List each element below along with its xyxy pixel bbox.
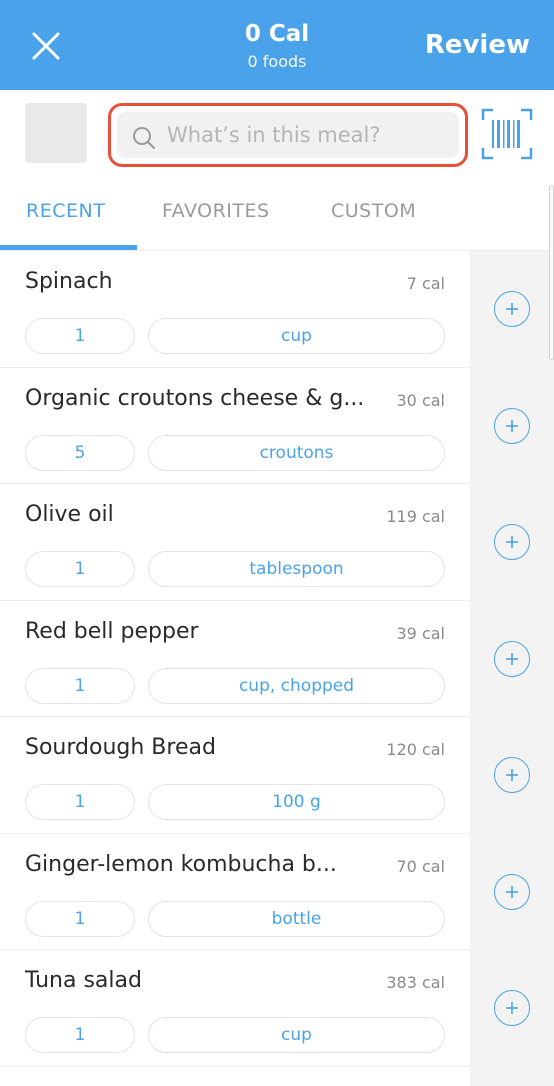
unit-selector[interactable]: cup xyxy=(148,318,445,354)
unit-selector[interactable]: cup, chopped xyxy=(148,667,445,704)
add-food-button[interactable] xyxy=(494,407,530,444)
meal-photo-placeholder[interactable] xyxy=(25,103,87,163)
food-name[interactable]: Spinach xyxy=(25,269,375,294)
tab-recent[interactable]: RECENT xyxy=(26,200,105,222)
food-calories: 70 cal xyxy=(396,856,446,876)
plus-circle-icon xyxy=(506,303,518,315)
food-name[interactable]: Tuna salad xyxy=(25,968,375,993)
unit-selector[interactable]: cup xyxy=(148,1017,445,1053)
food-name[interactable]: Ginger-lemon kombucha b... xyxy=(25,852,375,877)
unit-selector[interactable]: bottle xyxy=(148,900,445,937)
food-name[interactable]: Red bell pepper xyxy=(25,619,375,644)
search-icon xyxy=(133,127,156,150)
list-item: Olive oil 119 cal 1 tablespoon xyxy=(0,484,554,601)
add-food-button[interactable] xyxy=(494,640,530,677)
list-item: Ginger-lemon kombucha b... 70 cal 1 bott… xyxy=(0,834,554,950)
barcode-scan-icon xyxy=(481,108,533,160)
unit-selector[interactable]: 100 g xyxy=(148,784,445,820)
add-food-button[interactable] xyxy=(494,873,530,910)
tab-bar: RECENT FAVORITES CUSTOM xyxy=(0,180,554,250)
foods-count: 0 foods xyxy=(247,52,307,71)
food-calories: 39 cal xyxy=(396,623,446,643)
close-button[interactable] xyxy=(26,26,66,66)
divider xyxy=(0,1065,470,1067)
review-button[interactable]: Review xyxy=(425,30,530,60)
search-input[interactable] xyxy=(167,112,451,158)
list-item: Tuna salad 383 cal 1 cup xyxy=(0,950,554,1067)
list-item: Red bell pepper 39 cal 1 cup, chopped xyxy=(0,601,554,717)
quantity-selector[interactable]: 1 xyxy=(25,318,135,354)
header-bar: 0 Cal 0 foods Review xyxy=(0,0,554,90)
quantity-selector[interactable]: 1 xyxy=(25,551,135,587)
food-name[interactable]: Olive oil xyxy=(25,502,375,527)
food-name[interactable]: Organic croutons cheese & g... xyxy=(25,386,375,411)
add-food-button[interactable] xyxy=(494,524,530,560)
plus-circle-icon xyxy=(506,652,518,665)
food-calories: 7 cal xyxy=(406,274,445,293)
quantity-selector[interactable]: 1 xyxy=(25,1017,135,1053)
unit-selector[interactable]: croutons xyxy=(148,434,445,471)
search-bar[interactable] xyxy=(117,112,459,158)
food-calories: 383 cal xyxy=(386,973,445,992)
search-highlight xyxy=(108,103,468,167)
food-calories: 30 cal xyxy=(396,390,446,410)
food-calories: 119 cal xyxy=(386,507,445,526)
list-item: Sourdough Bread 120 cal 1 100 g xyxy=(0,717,554,834)
tab-favorites[interactable]: FAVORITES xyxy=(162,200,270,222)
quantity-selector[interactable]: 1 xyxy=(25,784,135,820)
barcode-scan-button[interactable] xyxy=(481,108,533,160)
food-calories: 120 cal xyxy=(386,740,445,759)
add-food-button[interactable] xyxy=(494,990,530,1026)
unit-selector[interactable]: tablespoon xyxy=(148,551,445,587)
close-icon xyxy=(32,32,60,60)
add-food-button[interactable] xyxy=(494,757,530,793)
plus-circle-icon xyxy=(506,419,518,432)
food-name[interactable]: Sourdough Bread xyxy=(25,735,375,760)
quantity-selector[interactable]: 1 xyxy=(25,667,135,704)
tab-custom[interactable]: CUSTOM xyxy=(331,200,416,222)
plus-circle-icon xyxy=(506,536,518,548)
plus-circle-icon xyxy=(506,885,518,898)
add-food-button[interactable] xyxy=(494,291,530,327)
list-item: Organic croutons cheese & g... 30 cal 5 … xyxy=(0,368,554,484)
list-item: Spinach 7 cal 1 cup xyxy=(0,251,554,368)
meal-summary: 0 Cal 0 foods xyxy=(177,18,377,74)
quantity-selector[interactable]: 5 xyxy=(25,434,135,471)
plus-circle-icon xyxy=(506,769,518,781)
total-calories: 0 Cal xyxy=(244,21,310,47)
plus-circle-icon xyxy=(506,1002,518,1014)
food-list: Spinach 7 cal 1 cup Organic croutons che… xyxy=(0,251,554,1067)
quantity-selector[interactable]: 1 xyxy=(25,900,135,937)
